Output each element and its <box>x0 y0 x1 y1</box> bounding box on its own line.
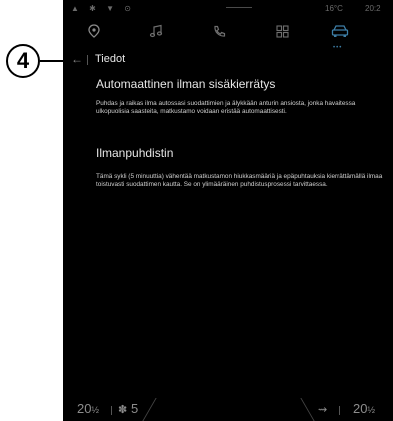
section-body-auto-recirculation: Puhdas ja raikas ilma autossasi suodatti… <box>96 100 356 115</box>
driver-temperature-unit: ½ <box>91 405 99 415</box>
clock: 20:2 <box>365 4 381 13</box>
nav-item-navigation[interactable] <box>83 20 105 42</box>
driver-temperature-value: 20 <box>77 401 92 416</box>
climate-divider-right <box>339 406 340 415</box>
status-divider <box>226 7 252 8</box>
apps-grid-icon <box>275 24 289 38</box>
page-title: Tiedot <box>95 53 126 65</box>
section-title-auto-recirculation: Automaattinen ilman sisäkierrätys <box>96 77 276 91</box>
car-icon <box>331 25 349 37</box>
nav-item-apps[interactable] <box>271 20 293 42</box>
location-pin-icon <box>88 24 100 38</box>
status-icons: ▲ ✱ ▼ ⊙ <box>71 4 135 13</box>
callout-number: 4 <box>6 44 40 78</box>
seat-heating-icon[interactable]: ⇝ <box>318 403 327 416</box>
callout-pointer-line <box>40 60 68 62</box>
section-title-air-purifier: Ilmanpuhdistin <box>96 146 174 160</box>
passenger-temperature-value: 20 <box>353 401 368 416</box>
section-body-air-purifier: Tämä sykli (5 minuuttia) vähentää matkus… <box>96 173 383 188</box>
climate-bracket-right <box>300 398 315 421</box>
climate-divider-left <box>111 406 112 415</box>
back-arrow-icon[interactable]: ← <box>71 52 83 66</box>
climate-bracket-left <box>142 398 157 421</box>
nav-item-music[interactable] <box>145 20 167 42</box>
passenger-temperature[interactable]: 20½ <box>353 401 375 416</box>
top-navigation: ••• <box>63 16 393 51</box>
passenger-temperature-unit: ½ <box>367 405 375 415</box>
outside-temperature: 16°C <box>325 4 343 13</box>
fan-level[interactable]: 5 <box>131 401 138 416</box>
nav-item-vehicle[interactable]: ••• <box>329 20 351 51</box>
phone-icon <box>213 25 225 37</box>
music-note-icon <box>149 24 163 38</box>
driver-temperature[interactable]: 20½ <box>77 401 99 416</box>
page-header: ← Tiedot <box>63 50 393 70</box>
status-bar: ▲ ✱ ▼ ⊙ 16°C 20:2 <box>63 0 393 16</box>
header-divider <box>87 55 88 65</box>
climate-bar: 20½ ✽ 5 ⇝ 20½ <box>63 398 393 421</box>
fan-icon: ✽ <box>118 404 128 416</box>
nav-item-phone[interactable] <box>208 20 230 42</box>
infotainment-screen: ▲ ✱ ▼ ⊙ 16°C 20:2 ••• ← Tiedot Automaatt… <box>63 0 393 421</box>
